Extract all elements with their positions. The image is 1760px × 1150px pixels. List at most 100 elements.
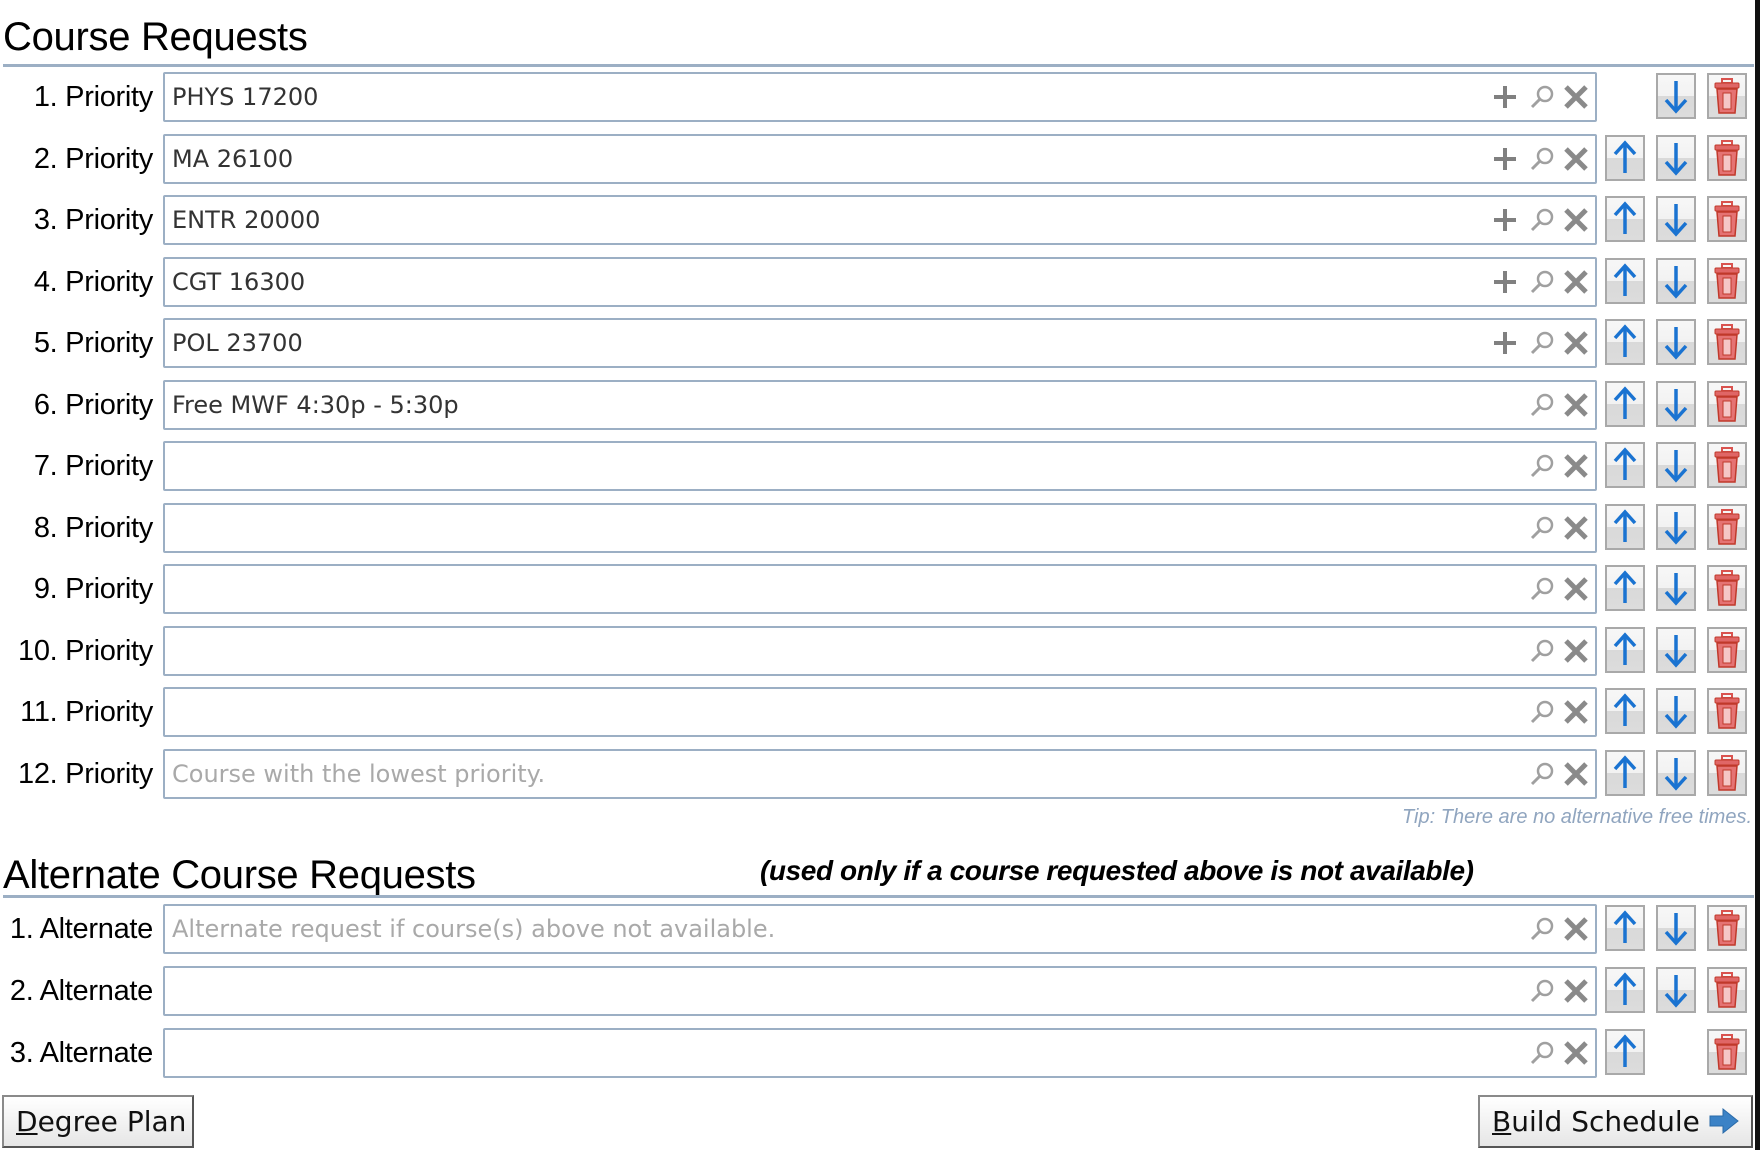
arrow-down-icon	[1658, 567, 1694, 609]
course-input[interactable]	[169, 906, 1475, 952]
search-icon[interactable]	[1527, 328, 1557, 358]
move-down-button[interactable]	[1656, 565, 1696, 611]
plus-icon[interactable]	[1490, 144, 1520, 174]
move-up-button[interactable]	[1605, 749, 1645, 796]
request-row: 7. Priority	[0, 441, 1755, 491]
move-down-button[interactable]	[1656, 257, 1696, 304]
delete-button[interactable]	[1707, 626, 1747, 673]
move-down-button[interactable]	[1656, 319, 1696, 365]
delete-button[interactable]	[1707, 319, 1747, 365]
plus-icon[interactable]	[1490, 267, 1520, 297]
course-input[interactable]	[169, 627, 1475, 674]
move-down-button[interactable]	[1656, 196, 1696, 242]
move-down-button[interactable]	[1656, 967, 1696, 1013]
move-up-button[interactable]	[1605, 503, 1645, 550]
course-input[interactable]	[169, 566, 1475, 612]
move-up-button[interactable]	[1605, 442, 1645, 488]
clear-x-icon[interactable]	[1561, 390, 1591, 420]
move-up-button[interactable]	[1605, 626, 1645, 673]
clear-x-icon[interactable]	[1561, 82, 1591, 112]
search-icon[interactable]	[1527, 574, 1557, 604]
search-icon[interactable]	[1527, 82, 1557, 112]
delete-button[interactable]	[1707, 688, 1747, 734]
move-down-button[interactable]	[1656, 442, 1696, 488]
clear-x-icon[interactable]	[1561, 1038, 1591, 1068]
move-up-button[interactable]	[1605, 319, 1645, 365]
clear-x-icon[interactable]	[1561, 513, 1591, 543]
move-down-button[interactable]	[1656, 503, 1696, 550]
course-input[interactable]	[169, 258, 1475, 305]
move-down-button[interactable]	[1656, 626, 1696, 673]
plus-icon[interactable]	[1490, 205, 1520, 235]
delete-button[interactable]	[1707, 967, 1747, 1013]
clear-x-icon[interactable]	[1561, 697, 1591, 727]
course-input[interactable]	[169, 504, 1475, 551]
search-icon[interactable]	[1527, 451, 1557, 481]
request-row: 12. Priority	[0, 748, 1755, 799]
degree-plan-button[interactable]: Degree Plan	[2, 1095, 194, 1148]
course-input[interactable]	[169, 135, 1475, 182]
arrow-up-icon	[1607, 137, 1643, 179]
delete-button[interactable]	[1707, 196, 1747, 242]
delete-button[interactable]	[1707, 380, 1747, 427]
search-icon[interactable]	[1527, 759, 1557, 789]
move-up-button[interactable]	[1605, 1029, 1645, 1075]
plus-icon[interactable]	[1490, 328, 1520, 358]
delete-button[interactable]	[1707, 905, 1747, 951]
course-input[interactable]	[169, 968, 1475, 1014]
move-up-button[interactable]	[1605, 967, 1645, 1013]
delete-button[interactable]	[1707, 565, 1747, 611]
course-input[interactable]	[169, 197, 1475, 243]
move-down-button[interactable]	[1656, 134, 1696, 181]
search-icon[interactable]	[1527, 697, 1557, 727]
course-input[interactable]	[169, 750, 1475, 797]
move-up-button[interactable]	[1605, 196, 1645, 242]
clear-x-icon[interactable]	[1561, 205, 1591, 235]
heading-divider	[3, 64, 1754, 67]
clear-x-icon[interactable]	[1561, 914, 1591, 944]
move-up-button[interactable]	[1605, 905, 1645, 951]
course-input[interactable]	[169, 689, 1475, 735]
course-input[interactable]	[169, 320, 1475, 366]
move-down-button[interactable]	[1656, 73, 1696, 119]
search-icon[interactable]	[1527, 144, 1557, 174]
move-up-button[interactable]	[1605, 257, 1645, 304]
clear-x-icon[interactable]	[1561, 267, 1591, 297]
move-down-button[interactable]	[1656, 380, 1696, 427]
course-input[interactable]	[169, 1030, 1475, 1076]
delete-button[interactable]	[1707, 134, 1747, 181]
search-icon[interactable]	[1527, 267, 1557, 297]
clear-x-icon[interactable]	[1561, 976, 1591, 1006]
build-schedule-button[interactable]: Build Schedule	[1478, 1095, 1753, 1148]
clear-x-icon[interactable]	[1561, 144, 1591, 174]
delete-button[interactable]	[1707, 749, 1747, 796]
search-icon[interactable]	[1527, 636, 1557, 666]
course-input[interactable]	[169, 443, 1475, 489]
search-icon[interactable]	[1527, 914, 1557, 944]
clear-x-icon[interactable]	[1561, 759, 1591, 789]
move-down-button[interactable]	[1656, 749, 1696, 796]
course-input[interactable]	[169, 74, 1475, 120]
delete-button[interactable]	[1707, 1029, 1747, 1075]
search-icon[interactable]	[1527, 1038, 1557, 1068]
plus-icon[interactable]	[1490, 82, 1520, 112]
course-input[interactable]	[169, 381, 1475, 428]
search-icon[interactable]	[1527, 390, 1557, 420]
search-icon[interactable]	[1527, 205, 1557, 235]
delete-button[interactable]	[1707, 503, 1747, 550]
clear-x-icon[interactable]	[1561, 451, 1591, 481]
clear-x-icon[interactable]	[1561, 636, 1591, 666]
clear-x-icon[interactable]	[1561, 574, 1591, 604]
delete-button[interactable]	[1707, 442, 1747, 488]
delete-button[interactable]	[1707, 257, 1747, 304]
delete-button[interactable]	[1707, 73, 1747, 119]
search-icon[interactable]	[1527, 976, 1557, 1006]
search-icon[interactable]	[1527, 513, 1557, 543]
move-up-button[interactable]	[1605, 134, 1645, 181]
move-up-button[interactable]	[1605, 565, 1645, 611]
move-up-button[interactable]	[1605, 380, 1645, 427]
move-up-button[interactable]	[1605, 688, 1645, 734]
clear-x-icon[interactable]	[1561, 328, 1591, 358]
move-down-button[interactable]	[1656, 905, 1696, 951]
move-down-button[interactable]	[1656, 688, 1696, 734]
